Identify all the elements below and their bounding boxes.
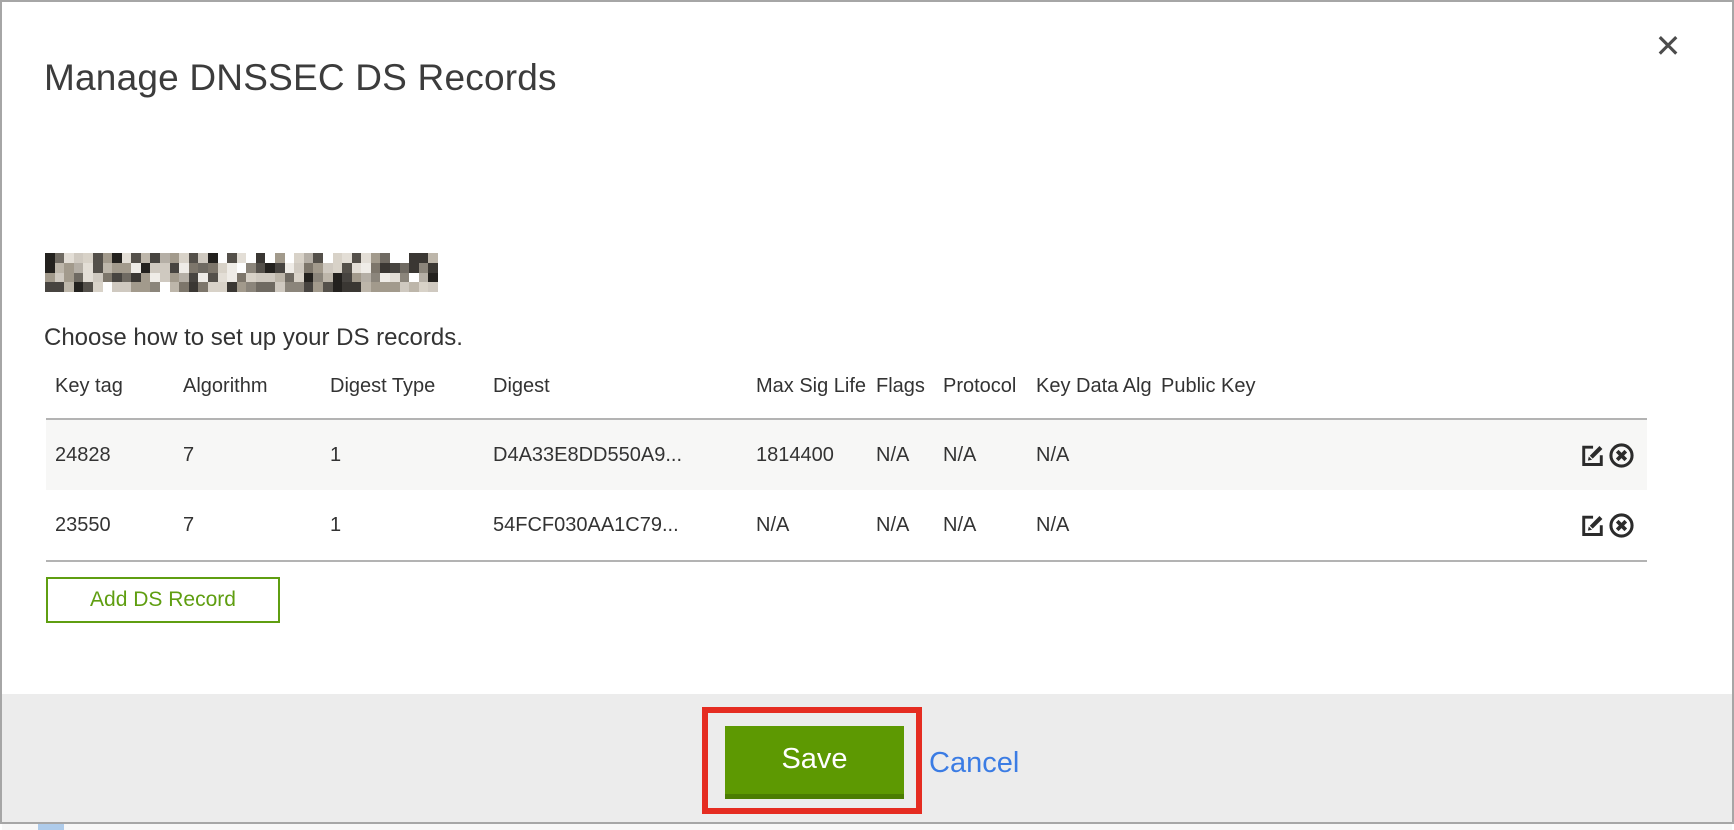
cell-protocol: N/A [943,419,1036,490]
cell-actions [1557,419,1647,490]
edit-ds-record-icon[interactable] [1579,512,1606,539]
col-digest-type: Digest Type [330,363,493,419]
page-behind-element [38,824,64,830]
delete-ds-record-icon[interactable] [1608,442,1635,469]
page-behind-modal [2,824,1732,830]
col-algorithm: Algorithm [183,363,330,419]
col-max-sig-life: Max Sig Life [756,363,876,419]
cell-key-data-alg: N/A [1036,490,1161,561]
redacted-domain-name [45,253,438,292]
cell-key-data-alg: N/A [1036,419,1161,490]
ds-records-table: Key tag Algorithm Digest Type Digest Max… [46,363,1647,562]
col-digest: Digest [493,363,756,419]
cell-max-sig-life: N/A [756,490,876,561]
close-icon[interactable]: ✕ [1646,24,1690,68]
table-row: 24828 7 1 D4A33E8DD550A9... 1814400 N/A … [46,419,1647,490]
manage-dnssec-modal: Manage DNSSEC DS Records ✕ Choose how to… [0,0,1734,824]
cell-digest: D4A33E8DD550A9... [493,419,756,490]
cell-digest-type: 1 [330,419,493,490]
col-public-key: Public Key [1161,363,1557,419]
col-flags: Flags [876,363,943,419]
modal-title: Manage DNSSEC DS Records [44,57,557,99]
cell-flags: N/A [876,490,943,561]
save-button[interactable]: Save [725,726,904,799]
cell-key-tag: 23550 [46,490,183,561]
edit-ds-record-icon[interactable] [1579,442,1606,469]
instruction-text: Choose how to set up your DS records. [44,324,463,352]
delete-ds-record-icon[interactable] [1608,512,1635,539]
col-key-data-alg: Key Data Alg [1036,363,1161,419]
cell-algorithm: 7 [183,490,330,561]
screenshot-canvas: Manage DNSSEC DS Records ✕ Choose how to… [0,0,1734,830]
add-ds-record-button[interactable]: Add DS Record [46,577,280,623]
cell-key-tag: 24828 [46,419,183,490]
cell-digest: 54FCF030AA1C79... [493,490,756,561]
col-actions [1557,363,1647,419]
cell-protocol: N/A [943,490,1036,561]
cell-public-key [1161,490,1557,561]
cell-max-sig-life: 1814400 [756,419,876,490]
cell-public-key [1161,419,1557,490]
table-header-row: Key tag Algorithm Digest Type Digest Max… [46,363,1647,419]
cell-flags: N/A [876,419,943,490]
col-protocol: Protocol [943,363,1036,419]
table-row: 23550 7 1 54FCF030AA1C79... N/A N/A N/A … [46,490,1647,561]
cell-digest-type: 1 [330,490,493,561]
cancel-link[interactable]: Cancel [929,747,1019,780]
cell-algorithm: 7 [183,419,330,490]
cell-actions [1557,490,1647,561]
col-key-tag: Key tag [46,363,183,419]
